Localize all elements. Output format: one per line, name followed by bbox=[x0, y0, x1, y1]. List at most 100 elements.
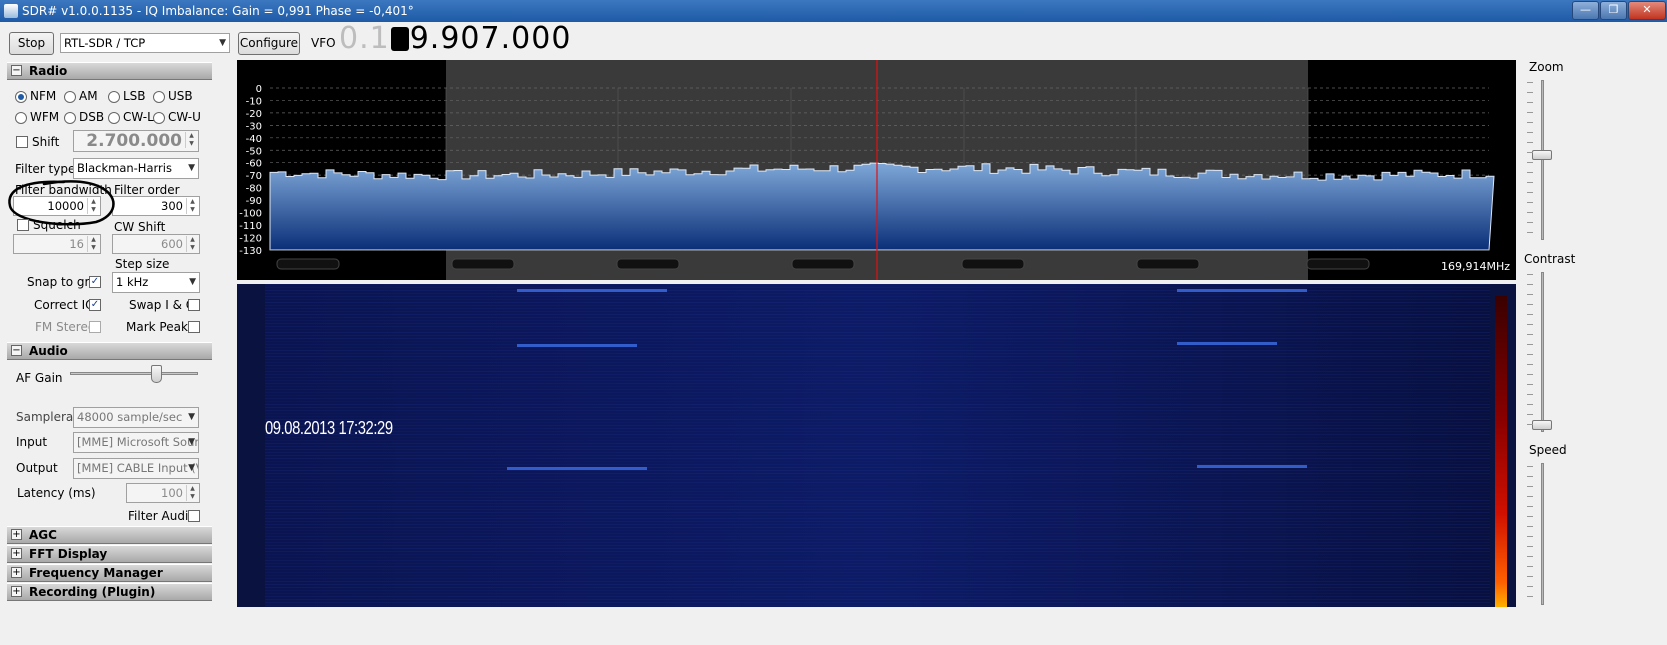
snap-to-grid-checkbox[interactable]: ✓ bbox=[89, 276, 101, 288]
mode-label-am: AM bbox=[79, 89, 98, 103]
spin-arrows-icon[interactable]: ▲ ▼ bbox=[186, 485, 198, 501]
waterfall-noise-line bbox=[265, 578, 1490, 579]
mode-radio-usb[interactable] bbox=[153, 91, 165, 103]
step-size-select[interactable]: 1 kHz ▼ bbox=[112, 272, 200, 293]
filter-audio-checkbox[interactable] bbox=[188, 510, 200, 522]
waterfall-noise-line bbox=[265, 503, 1490, 504]
waterfall-noise-line bbox=[265, 527, 1490, 528]
cw-shift-input[interactable]: 600 ▲ ▼ bbox=[112, 234, 200, 254]
waterfall-noise-line bbox=[265, 554, 1490, 555]
waterfall-noise-line bbox=[265, 392, 1490, 393]
squelch-input[interactable]: 16 ▲ ▼ bbox=[13, 234, 101, 254]
configure-button[interactable]: Configure bbox=[238, 32, 300, 55]
latency-label: Latency (ms) bbox=[17, 486, 96, 500]
mark-peaks-checkbox[interactable] bbox=[188, 321, 200, 333]
latency-input[interactable]: 100 ▲ ▼ bbox=[126, 483, 200, 503]
y-tick-label: -130 bbox=[239, 246, 262, 257]
input-device-value: [MME] Microsoft Sound bbox=[77, 435, 199, 449]
mode-radio-dsb[interactable] bbox=[64, 112, 76, 124]
fm-stereo-checkbox[interactable] bbox=[89, 321, 101, 333]
swap-iq-checkbox[interactable] bbox=[188, 299, 200, 311]
waterfall-noise-line bbox=[265, 542, 1490, 543]
cw-shift-label: CW Shift bbox=[114, 220, 166, 234]
waterfall-noise-line bbox=[265, 398, 1490, 399]
window-title: SDR# v1.0.0.1135 - IQ Imbalance: Gain = … bbox=[22, 4, 414, 18]
waterfall-noise-line bbox=[265, 344, 1490, 345]
contrast-slider-track[interactable] bbox=[1541, 272, 1544, 432]
filter-audio-label: Filter Audio bbox=[128, 509, 196, 523]
waterfall-display[interactable]: 09.08.2013 17:32:29 bbox=[237, 284, 1516, 607]
mode-radio-cw-u[interactable] bbox=[153, 112, 165, 124]
zoom-slider-thumb[interactable] bbox=[1532, 150, 1552, 160]
mode-radio-nfm[interactable] bbox=[15, 91, 27, 103]
waterfall-noise-line bbox=[265, 506, 1490, 507]
shift-checkbox[interactable] bbox=[16, 136, 28, 148]
correct-iq-checkbox[interactable]: ✓ bbox=[89, 299, 101, 311]
waterfall-noise-line bbox=[265, 416, 1490, 417]
af-gain-slider-thumb[interactable] bbox=[151, 365, 163, 383]
waterfall-noise-line bbox=[265, 557, 1490, 558]
panel-header-frequency-manager-plugin[interactable]: +Frequency Manager (Plugin) bbox=[7, 564, 212, 597]
title-bar: SDR# v1.0.0.1135 - IQ Imbalance: Gain = … bbox=[0, 0, 1667, 22]
close-icon: ✕ bbox=[1642, 3, 1652, 16]
close-button[interactable]: ✕ bbox=[1628, 1, 1666, 20]
shift-frequency-input[interactable]: 2.700.000 ▲ ▼ bbox=[73, 130, 199, 152]
spin-arrows-icon[interactable]: ▲ ▼ bbox=[186, 198, 198, 214]
output-device-select[interactable]: [MME] CABLE Input (VI ▼ bbox=[73, 458, 199, 479]
mode-radio-lsb[interactable] bbox=[108, 91, 120, 103]
chevron-down-icon: ▼ bbox=[188, 463, 195, 473]
waterfall-noise-line bbox=[265, 437, 1490, 438]
vfo-digits: 9.907.000 bbox=[409, 21, 572, 56]
radio-panel-header[interactable]: − Radio bbox=[7, 62, 212, 80]
panel-header-agc[interactable]: + AGC bbox=[7, 526, 212, 544]
spin-arrows-icon[interactable]: ▲ ▼ bbox=[186, 236, 198, 252]
mode-radio-cw-l[interactable] bbox=[108, 112, 120, 124]
redacted-frequency-label bbox=[616, 258, 680, 270]
collapse-icon: − bbox=[11, 65, 22, 76]
audio-panel-header[interactable]: − Audio bbox=[7, 342, 212, 360]
waterfall-noise-line bbox=[265, 377, 1490, 378]
y-tick-label: 0 bbox=[256, 84, 262, 95]
y-tick-label: -100 bbox=[239, 209, 262, 220]
spin-arrows-icon[interactable]: ▲ ▼ bbox=[87, 236, 99, 252]
waterfall-noise-line bbox=[265, 518, 1490, 519]
waterfall-noise-line bbox=[265, 302, 1490, 303]
speed-slider-track[interactable] bbox=[1541, 463, 1544, 605]
spin-arrows-icon[interactable]: ▲ ▼ bbox=[185, 132, 197, 148]
waterfall-noise-line bbox=[265, 356, 1490, 357]
spectrum-analyzer[interactable]: 0 -10 -20 -30 -40 -50 -60 -70 -80 -90 -100 -110 -120… bbox=[237, 60, 1516, 280]
mode-radio-am[interactable] bbox=[64, 91, 76, 103]
waterfall-noise-line bbox=[265, 464, 1490, 465]
waterfall-noise-line bbox=[265, 479, 1490, 480]
waterfall-noise-line bbox=[265, 515, 1490, 516]
minimize-button[interactable]: — bbox=[1572, 1, 1599, 20]
swap-iq-label: Swap I & Q bbox=[129, 298, 196, 312]
maximize-icon: ❐ bbox=[1608, 3, 1619, 16]
filter-order-input[interactable]: 300 ▲ ▼ bbox=[112, 196, 200, 216]
samplerate-select[interactable]: 48000 sample/sec ▼ bbox=[73, 407, 199, 428]
waterfall-noise-line bbox=[265, 326, 1490, 327]
waterfall-noise-line bbox=[265, 548, 1490, 549]
redacted-frequency-label bbox=[276, 258, 340, 270]
mode-label-dsb: DSB bbox=[79, 110, 105, 124]
waterfall-noise-line bbox=[265, 566, 1490, 567]
mode-label-wfm: WFM bbox=[30, 110, 60, 124]
contrast-slider-thumb[interactable] bbox=[1532, 420, 1552, 430]
waterfall-noise-line bbox=[265, 530, 1490, 531]
y-tick-label: -50 bbox=[246, 146, 262, 157]
stop-button[interactable]: Stop bbox=[9, 32, 54, 55]
squelch-checkbox[interactable] bbox=[17, 219, 29, 231]
input-device-select[interactable]: [MME] Microsoft Sound ▼ bbox=[73, 432, 199, 453]
waterfall-noise-line bbox=[265, 311, 1490, 312]
waterfall-noise-line bbox=[265, 386, 1490, 387]
maximize-button[interactable]: ❐ bbox=[1600, 1, 1627, 20]
panel-header-recording-plugin[interactable]: + Recording (Plugin) bbox=[7, 583, 212, 601]
mode-radio-wfm[interactable] bbox=[15, 112, 27, 124]
panel-header-fft-display[interactable]: + FFT Display bbox=[7, 545, 212, 563]
source-select[interactable]: RTL-SDR / TCP ▼ bbox=[60, 33, 230, 53]
af-gain-slider-track[interactable] bbox=[70, 372, 198, 375]
zoom-slider-track[interactable] bbox=[1541, 80, 1544, 240]
chevron-down-icon: ▼ bbox=[189, 277, 196, 287]
vfo-frequency-display[interactable]: 0.1 9.907.000 bbox=[339, 21, 571, 56]
waterfall-noise-line bbox=[265, 449, 1490, 450]
